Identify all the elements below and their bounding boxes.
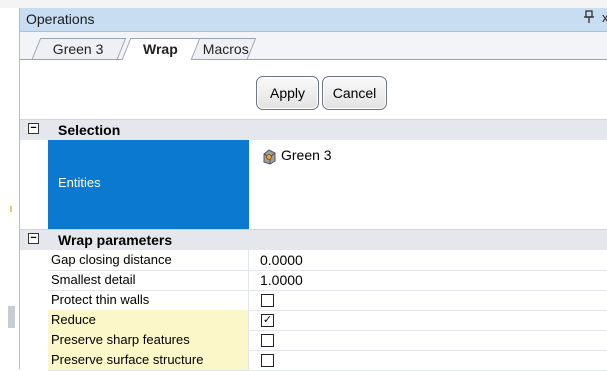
param-label: Smallest detail <box>48 270 249 290</box>
tab-wrap[interactable]: Wrap <box>121 38 201 60</box>
panel-title: Operations <box>26 11 95 27</box>
pin-icon-glyph <box>584 10 594 23</box>
wrap-content: Apply Cancel − Selection Entities Green … <box>20 60 607 371</box>
param-row-smallest-detail[interactable]: Smallest detail 1.0000 <box>48 270 607 291</box>
param-row-preserve-sharp-features[interactable]: Preserve sharp features <box>48 330 607 351</box>
collapse-selection-icon[interactable]: − <box>28 123 39 134</box>
tab-green-3-label: Green 3 <box>52 41 104 57</box>
param-label: Preserve surface structure <box>48 350 249 370</box>
param-row-preserve-surface-structure[interactable]: Preserve surface structure <box>48 350 607 371</box>
param-label: Gap closing distance <box>48 250 249 270</box>
tab-strip: Green 3 Macros Wrap <box>20 32 607 60</box>
param-label: Reduce <box>48 310 249 330</box>
tab-green-3[interactable]: Green 3 <box>31 38 127 59</box>
collapse-wrap-parameters-icon[interactable]: − <box>28 233 39 244</box>
entities-label: Entities <box>58 175 101 190</box>
param-row-reduce[interactable]: Reduce ✓ <box>48 310 607 331</box>
param-label: Preserve sharp features <box>48 330 249 350</box>
tab-macros-label: Macros <box>202 41 249 57</box>
selection-section-label: Selection <box>58 122 121 138</box>
top-strip <box>0 0 607 8</box>
preserve-sharp-features-checkbox[interactable] <box>261 334 274 347</box>
mesh-object-icon <box>263 149 276 165</box>
gutter-marker <box>10 206 12 212</box>
wrap-parameters-section-label: Wrap parameters <box>58 232 173 248</box>
param-row-protect-thin-walls[interactable]: Protect thin walls <box>48 290 607 311</box>
close-icon[interactable]: x <box>602 10 607 25</box>
preserve-surface-structure-checkbox[interactable] <box>261 354 274 367</box>
pin-icon[interactable] <box>583 10 595 27</box>
wrap-parameters-section-header[interactable]: − Wrap parameters <box>20 229 607 250</box>
param-label: Protect thin walls <box>48 290 249 310</box>
selection-section-header[interactable]: − Selection <box>20 119 607 140</box>
gap-closing-distance-field[interactable]: 0.0000 <box>260 250 303 270</box>
protect-thin-walls-checkbox[interactable] <box>261 294 274 307</box>
operations-panel: Operations x Green 3 Macros Wrap Apply C… <box>19 8 607 371</box>
reduce-checkbox[interactable]: ✓ <box>261 314 274 327</box>
left-gutter <box>0 8 19 369</box>
smallest-detail-field[interactable]: 1.0000 <box>260 270 303 290</box>
entities-value: Green 3 <box>281 147 332 163</box>
apply-button[interactable]: Apply <box>256 76 319 110</box>
param-row-gap-closing-distance[interactable]: Gap closing distance 0.0000 <box>48 250 607 271</box>
cancel-button[interactable]: Cancel <box>322 76 387 110</box>
panel-titlebar[interactable]: Operations x <box>20 8 607 32</box>
tab-wrap-label: Wrap <box>143 41 178 57</box>
gutter-scroll-handle[interactable] <box>8 306 15 328</box>
